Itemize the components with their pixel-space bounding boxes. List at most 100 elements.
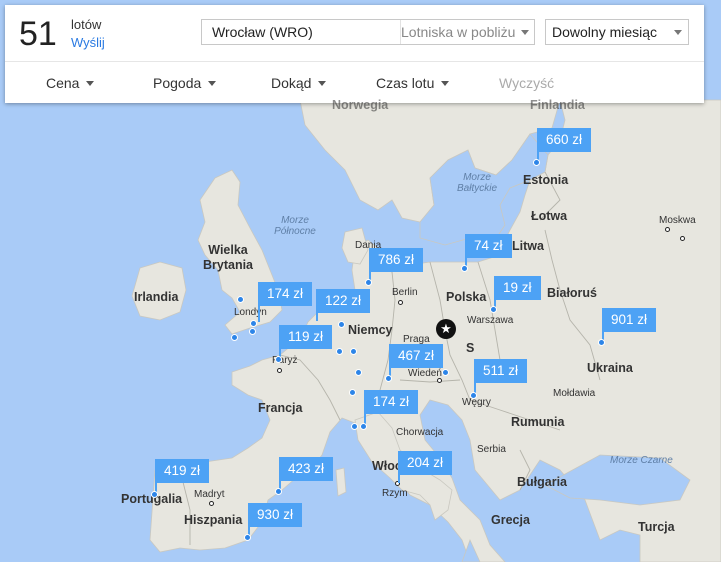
price-tag[interactable]: 419 zł bbox=[155, 459, 210, 483]
price-tag[interactable]: 423 zł bbox=[279, 457, 334, 481]
country-label: Grecja bbox=[491, 513, 530, 527]
destination-pin[interactable] bbox=[275, 488, 282, 495]
country-label: Węgry bbox=[462, 397, 491, 408]
destination-pin[interactable] bbox=[490, 306, 497, 313]
destination-pin[interactable] bbox=[250, 320, 257, 327]
country-label: Francja bbox=[258, 401, 303, 415]
chevron-down-icon bbox=[441, 81, 450, 86]
price-tag[interactable]: 511 zł bbox=[474, 359, 528, 383]
destination-dot[interactable] bbox=[349, 389, 356, 396]
country-label: Niemcy bbox=[348, 323, 393, 337]
origin-field[interactable]: Wrocław (WRO) Lotniska w pobliżu bbox=[201, 19, 535, 45]
sea-label: Morze Czarne bbox=[610, 455, 673, 466]
price-tag[interactable]: 467 zł bbox=[389, 344, 444, 368]
destination-pin[interactable] bbox=[598, 339, 605, 346]
destination-dot[interactable] bbox=[336, 348, 343, 355]
chevron-down-icon bbox=[674, 30, 682, 35]
country-label: Turcja bbox=[638, 520, 675, 534]
country-label: Finlandia bbox=[530, 98, 585, 112]
clear-filters-button[interactable]: Wyczyść bbox=[499, 75, 554, 91]
price-tag[interactable]: 660 zł bbox=[537, 128, 592, 152]
destination-dot[interactable] bbox=[231, 334, 238, 341]
price-tag[interactable]: 786 zł bbox=[369, 248, 424, 272]
flight-count: 51 bbox=[19, 15, 57, 53]
destination-dot[interactable] bbox=[442, 369, 449, 376]
destination-pin[interactable] bbox=[360, 423, 367, 430]
price-tag[interactable]: 74 zł bbox=[465, 234, 512, 258]
destination-dot[interactable] bbox=[338, 321, 345, 328]
nearby-airports-label: Lotniska w pobliżu bbox=[401, 24, 516, 40]
destination-dot[interactable] bbox=[249, 328, 256, 335]
destination-pin[interactable] bbox=[151, 491, 158, 498]
filter-destination[interactable]: Dokąd bbox=[271, 75, 327, 91]
price-tag-pointer bbox=[316, 313, 318, 321]
city-label: Londyn bbox=[234, 307, 267, 318]
destination-pin[interactable] bbox=[275, 356, 282, 363]
price-tag[interactable]: 174 zł bbox=[364, 390, 419, 414]
filter-weather-label: Pogoda bbox=[153, 75, 202, 91]
filter-duration[interactable]: Czas lotu bbox=[376, 75, 450, 91]
country-label: Białoruś bbox=[547, 286, 598, 300]
price-tag[interactable]: 930 zł bbox=[248, 503, 303, 527]
country-label: Wielka Brytania bbox=[202, 243, 254, 272]
price-tag[interactable]: 119 zł bbox=[279, 325, 333, 349]
city-label: Moskwa bbox=[659, 215, 696, 226]
city-label: Madryt bbox=[194, 489, 225, 500]
panel-divider bbox=[5, 61, 704, 62]
chevron-down-icon bbox=[318, 81, 327, 86]
destination-pin[interactable] bbox=[385, 375, 392, 382]
destination-dot[interactable] bbox=[351, 423, 358, 430]
month-dropdown[interactable]: Dowolny miesiąc bbox=[545, 19, 689, 45]
country-label: Hiszpania bbox=[184, 513, 243, 527]
country-label: Rumunia bbox=[511, 415, 565, 429]
country-label: Mołdawia bbox=[553, 388, 596, 399]
destination-dot[interactable] bbox=[355, 369, 362, 376]
month-value: Dowolny miesiąc bbox=[552, 24, 658, 40]
destination-pin[interactable] bbox=[365, 279, 372, 286]
destination-pin[interactable] bbox=[461, 265, 468, 272]
city-label: Warszawa bbox=[467, 315, 514, 326]
nearby-airports-dropdown[interactable]: Lotniska w pobliżu bbox=[400, 20, 535, 44]
country-label: Irlandia bbox=[134, 290, 179, 304]
country-label: Bułgaria bbox=[517, 475, 568, 489]
price-tag[interactable]: 174 zł bbox=[258, 282, 313, 306]
filter-duration-label: Czas lotu bbox=[376, 75, 435, 91]
country-label: S bbox=[466, 341, 475, 355]
country-label: Norwegia bbox=[332, 98, 389, 112]
price-tag[interactable]: 19 zł bbox=[494, 276, 541, 300]
chevron-down-icon bbox=[208, 81, 217, 86]
destination-pin[interactable] bbox=[533, 159, 540, 166]
destination-pin[interactable] bbox=[244, 534, 251, 541]
country-label: Łotwa bbox=[531, 209, 568, 223]
city-marker bbox=[437, 378, 442, 383]
country-label: Ukraina bbox=[587, 361, 633, 375]
price-tag[interactable]: 901 zł bbox=[602, 308, 657, 332]
send-link[interactable]: Wyślij bbox=[71, 35, 105, 50]
price-tag-pointer bbox=[258, 306, 260, 322]
city-marker bbox=[680, 236, 685, 241]
filter-price-label: Cena bbox=[46, 75, 80, 91]
chevron-down-icon bbox=[86, 81, 95, 86]
chevron-down-icon bbox=[521, 30, 529, 35]
destination-dot[interactable] bbox=[237, 296, 244, 303]
country-label: Chorwacja bbox=[396, 427, 444, 438]
city-marker bbox=[665, 227, 670, 232]
price-tag-pointer bbox=[398, 475, 400, 483]
city-marker bbox=[209, 501, 214, 506]
sea-label: Morze Północne bbox=[274, 215, 316, 237]
price-tag[interactable]: 122 zł bbox=[316, 289, 371, 313]
filter-price[interactable]: Cena bbox=[46, 75, 95, 91]
city-marker bbox=[277, 368, 282, 373]
country-label: Estonia bbox=[523, 173, 569, 187]
filter-destination-label: Dokąd bbox=[271, 75, 312, 91]
sea-label: Morze Bałtyckie bbox=[456, 172, 497, 194]
price-tag[interactable]: 204 zł bbox=[398, 451, 453, 475]
destination-pin[interactable] bbox=[470, 392, 477, 399]
destination-dot[interactable] bbox=[350, 348, 357, 355]
search-panel: 51 lotów Wyślij Wrocław (WRO) Lotniska w… bbox=[5, 5, 704, 103]
home-airport-star-icon[interactable]: ★ bbox=[436, 319, 456, 339]
city-marker bbox=[398, 300, 403, 305]
country-label: Polska bbox=[446, 290, 487, 304]
origin-value: Wrocław (WRO) bbox=[212, 24, 313, 40]
filter-weather[interactable]: Pogoda bbox=[153, 75, 217, 91]
